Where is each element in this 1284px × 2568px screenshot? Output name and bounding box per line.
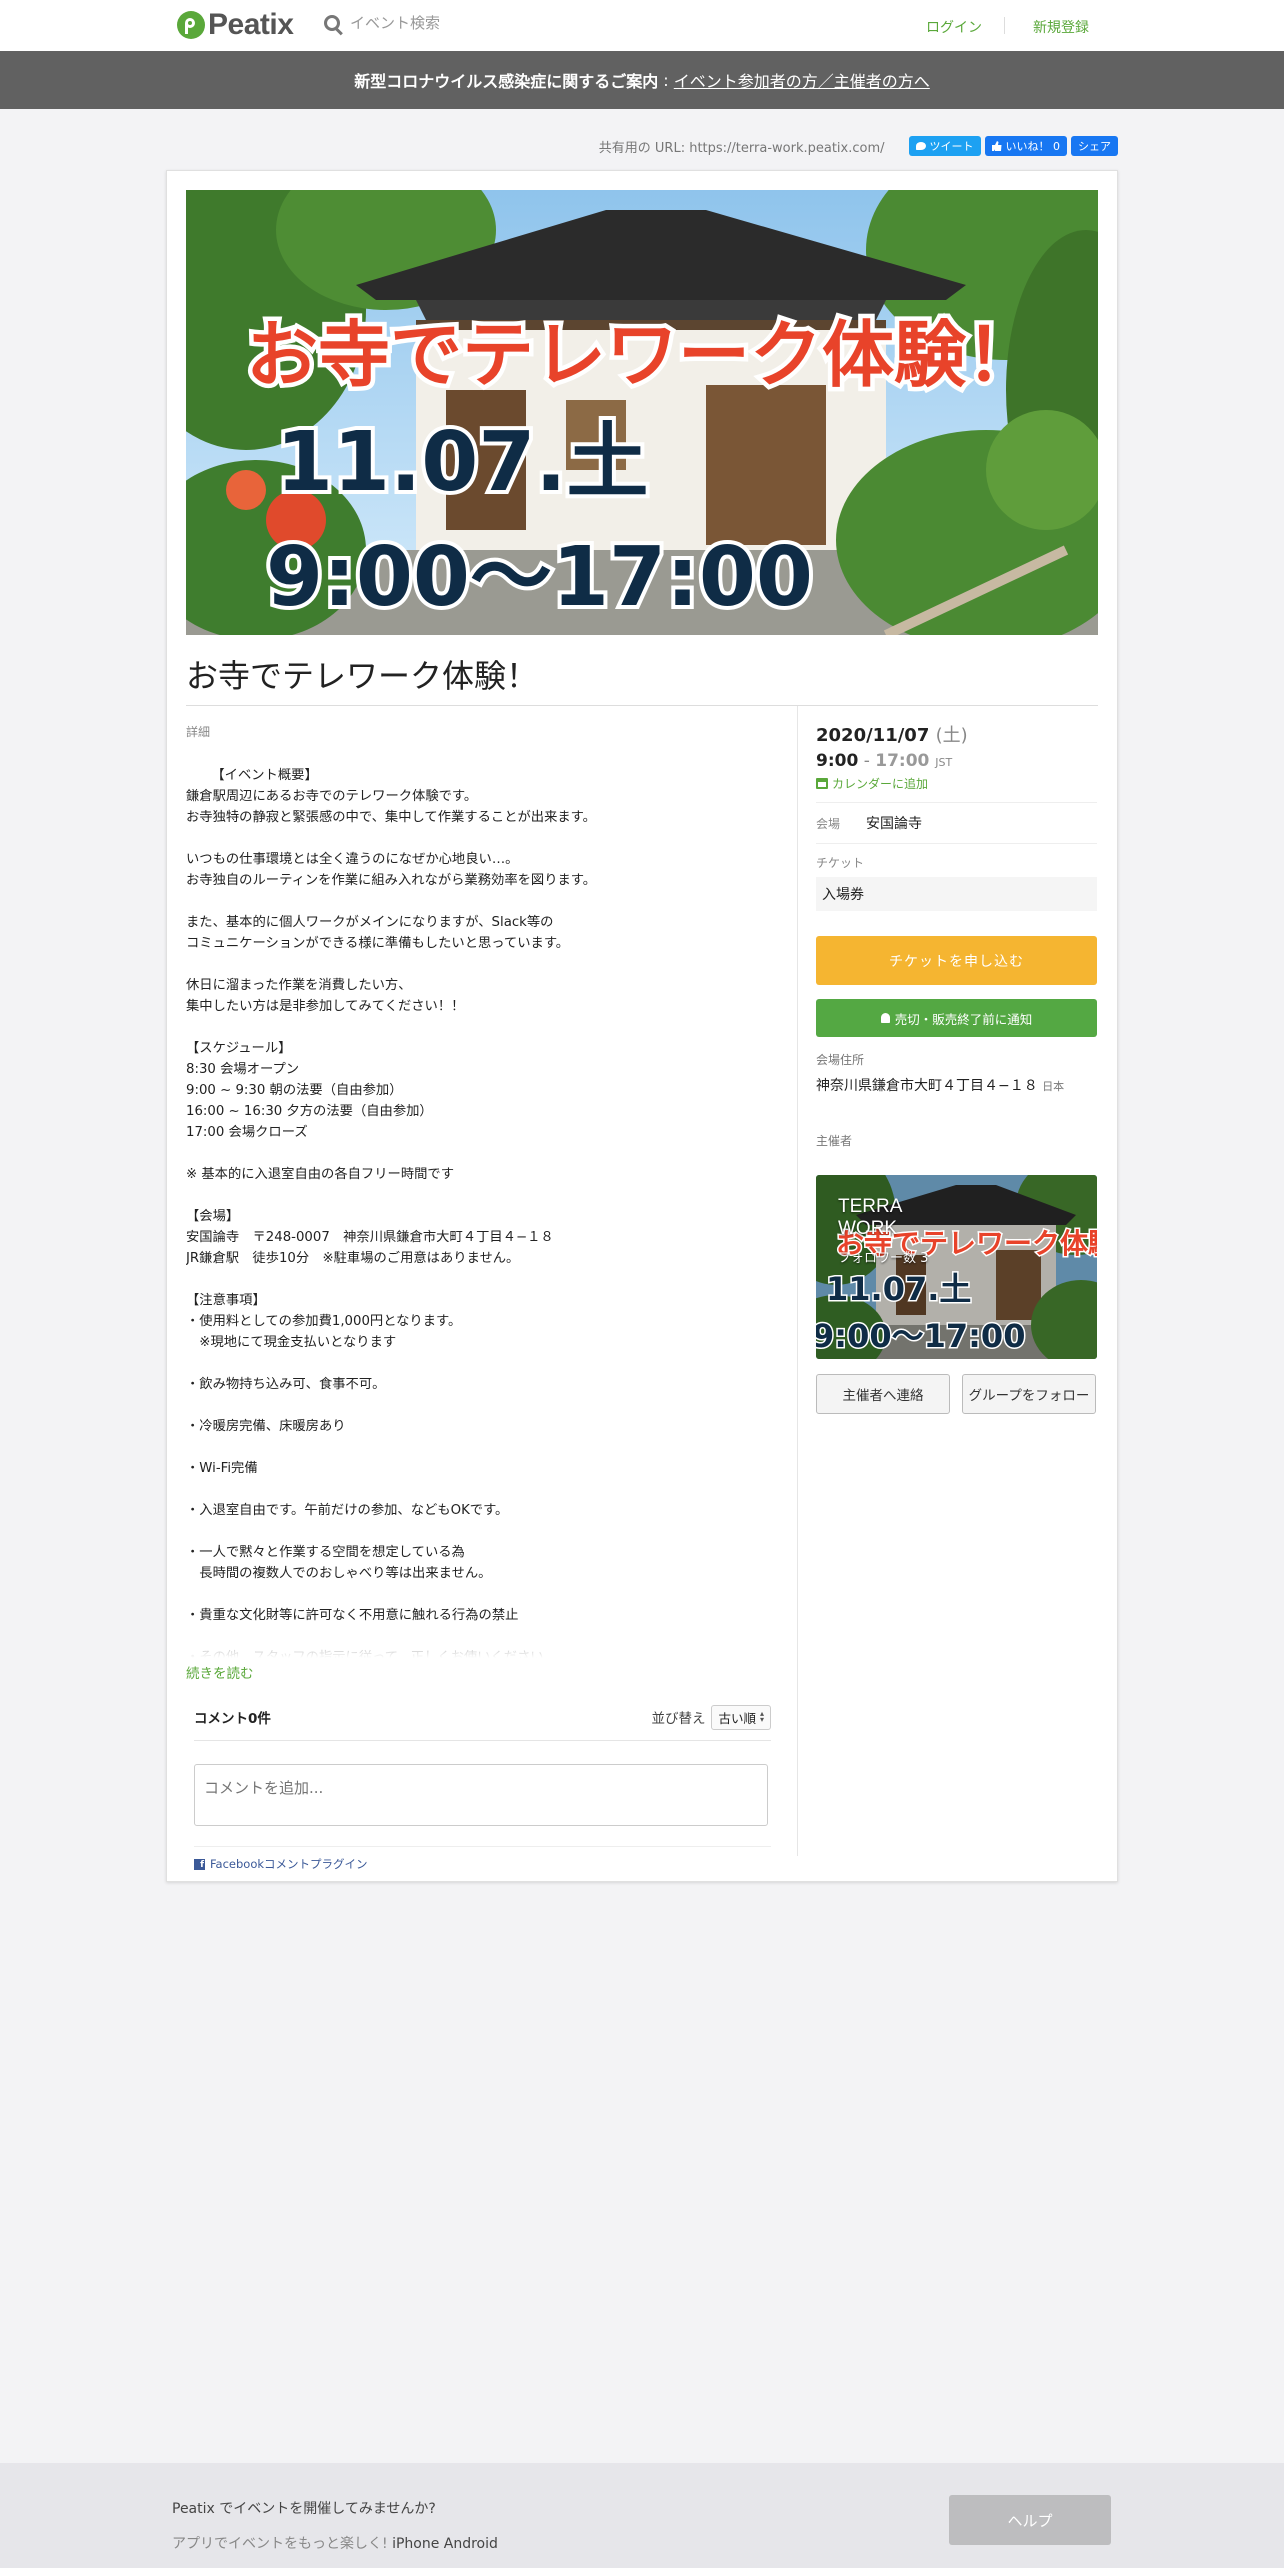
hero-time: 9:00〜17:00 (266, 530, 813, 625)
read-more-link[interactable]: 続きを読む (186, 1662, 254, 1682)
organizer-actions: 主催者へ連絡 グループをフォロー (816, 1374, 1097, 1414)
facebook-thumb-icon (991, 141, 1002, 151)
sort-value: 古い順 (718, 1710, 756, 1726)
follow-group-button[interactable]: グループをフォロー (962, 1374, 1096, 1414)
sort-control: 並び替え 古い順 ▴ ▾ (651, 1704, 771, 1730)
sort-label: 並び替え (651, 1711, 706, 1727)
hero-date: 11.07.土 (276, 415, 649, 510)
peatix-logo-icon (177, 11, 205, 39)
share-url: 共有用の URL: https://terra-work.peatix.com/ (598, 140, 885, 156)
hero-illustration: お寺でテレワーク体験！ 11.07.土 9:00〜17:00 (186, 190, 1098, 635)
description-text: 【イベント概要】 鎌倉駅周辺にあるお寺でのテレワーク体験です。 お寺独特の静寂と… (186, 768, 597, 1658)
event-sidebar: 2020/11/07 (土) 9:00 - 17:00 JST カレンダーに追加… (816, 721, 1097, 1414)
ticket-label: チケット (816, 856, 865, 870)
footer-app-row: アプリでイベントをもっと楽しく! iPhone Android (172, 2533, 498, 2553)
start-time: 9:00 (816, 751, 859, 771)
facebook-comment-plugin[interactable]: f Facebookコメントプラグイン (194, 1846, 771, 1872)
event-details-column: 詳細 【イベント概要】 鎌倉駅周辺にあるお寺でのテレワーク体験です。 お寺独特の… (186, 723, 771, 1872)
event-description: 【イベント概要】 鎌倉駅周辺にあるお寺でのテレワーク体験です。 お寺独特の静寂と… (186, 744, 771, 1658)
address-country: 日本 (1042, 1080, 1065, 1093)
sort-arrows-icon: ▴ ▾ (759, 1709, 764, 1724)
timezone: JST (935, 756, 953, 769)
tweet-label: ツイート (929, 140, 974, 153)
sidebar-divider (816, 802, 1097, 803)
end-time: 17:00 (875, 751, 930, 771)
facebook-share-button[interactable]: シェア (1071, 136, 1118, 156)
event-hero-image: お寺でテレワーク体験！ 11.07.土 9:00〜17:00 (186, 190, 1098, 635)
logo-text: Peatix (208, 8, 294, 41)
facebook-icon: f (194, 1858, 205, 1870)
tweet-button[interactable]: ツイート (908, 136, 981, 156)
event-title: お寺でテレワーク体験！ (186, 657, 539, 695)
facebook-like-button[interactable]: いいね！ 0 (984, 136, 1067, 156)
comments-section: コメント0件 並び替え 古い順 ▴▾ f Facebookコメントプラグイン (194, 1704, 771, 1872)
ticket-type: 入場券 (816, 877, 1097, 911)
hero-headline: お寺でテレワーク体験！ (246, 313, 1038, 397)
venue-row: 会場 安国論寺 (816, 813, 1097, 833)
event-date: 2020/11/07 (土) (816, 721, 1097, 747)
column-divider (797, 706, 798, 1856)
share-row: 共有用の URL: https://terra-work.peatix.com/… (0, 135, 1118, 157)
organizer-label: 主催者 (816, 1134, 853, 1148)
search-input[interactable] (348, 13, 602, 33)
search-icon[interactable] (324, 15, 340, 31)
comment-count: コメント0件 (194, 1711, 271, 1727)
footer-host-text[interactable]: Peatix でイベントを開催してみませんか? (172, 2498, 436, 2518)
covid-banner: 新型コロナウイルス感染症に関するご案内 : イベント参加者の方／主催者の方へ (0, 51, 1284, 109)
add-to-calendar-label: カレンダーに追加 (832, 777, 929, 791)
venue-name: 安国論寺 (866, 816, 922, 832)
login-link[interactable]: ログイン (926, 17, 982, 37)
time-separator: - (858, 751, 876, 771)
description-fade (186, 1618, 771, 1658)
banner-separator: : (658, 70, 674, 90)
calendar-icon (816, 778, 828, 789)
like-label: いいね！ 0 (1005, 140, 1061, 153)
comments-header: コメント0件 並び替え 古い順 ▴ ▾ (194, 1704, 771, 1741)
nav-divider (1004, 17, 1005, 34)
notify-button[interactable]: 売切・販売終了前に通知 (816, 999, 1097, 1037)
signup-link[interactable]: 新規登録 (1033, 17, 1089, 37)
day-of-week: (土) (935, 725, 968, 746)
organizer-cover-time: 9:00〜17:00 (816, 1317, 1025, 1355)
top-nav: Peatix ログイン 新規登録 (0, 0, 1284, 52)
notify-label: 売切・販売終了前に通知 (894, 1011, 1033, 1027)
event-card: お寺でテレワーク体験！ 11.07.土 9:00〜17:00 お寺でテレワーク体… (166, 170, 1118, 1882)
address-value: 神奈川県鎌倉市大町４丁目４−１８ (816, 1078, 1038, 1094)
organizer-followers: フォロワー数 3 (838, 1251, 929, 1266)
date-value: 2020/11/07 (816, 725, 930, 746)
venue-address: 神奈川県鎌倉市大町４丁目４−１８ 日本 (816, 1075, 1097, 1095)
footer-app-text: アプリでイベントをもっと楽しく! (172, 2536, 393, 2552)
footer: Peatix でイベントを開催してみませんか? アプリでイベントをもっと楽しく!… (0, 2463, 1284, 2568)
address-label: 会場住所 (816, 1053, 865, 1067)
details-label: 詳細 (186, 725, 211, 739)
sidebar-divider (816, 843, 1097, 844)
organizer-card[interactable]: お寺でテレワーク体験！ 11.07.土 9:00〜17:00 TERRA WOR… (816, 1175, 1097, 1359)
contact-organizer-button[interactable]: 主催者へ連絡 (816, 1374, 950, 1414)
comment-input[interactable] (194, 1764, 768, 1826)
fb-plugin-brand: Facebook (210, 1857, 265, 1871)
twitter-bird-icon (915, 142, 926, 150)
search-box (324, 13, 602, 33)
fb-plugin-text: コメントプラグイン (264, 1857, 368, 1871)
help-button[interactable]: ヘルプ (949, 2495, 1111, 2545)
organizer-cover-date: 11.07.土 (826, 1270, 971, 1308)
banner-link[interactable]: イベント参加者の方／主催者の方へ (674, 68, 930, 92)
event-time: 9:00 - 17:00 JST (816, 751, 1097, 771)
title-divider (186, 705, 1098, 706)
venue-label: 会場 (816, 816, 841, 831)
add-to-calendar-link[interactable]: カレンダーに追加 (816, 775, 1097, 792)
banner-title: 新型コロナウイルス感染症に関するご案内 (354, 72, 659, 91)
bell-icon (880, 1013, 890, 1023)
peatix-logo[interactable]: Peatix (177, 7, 294, 43)
footer-app-links[interactable]: iPhone Android (392, 2536, 498, 2552)
organizer-name: TERRA WORK (838, 1196, 903, 1239)
sort-select[interactable]: 古い順 ▴ ▾ (711, 1704, 771, 1730)
apply-ticket-button[interactable]: チケットを申し込む (816, 936, 1097, 985)
